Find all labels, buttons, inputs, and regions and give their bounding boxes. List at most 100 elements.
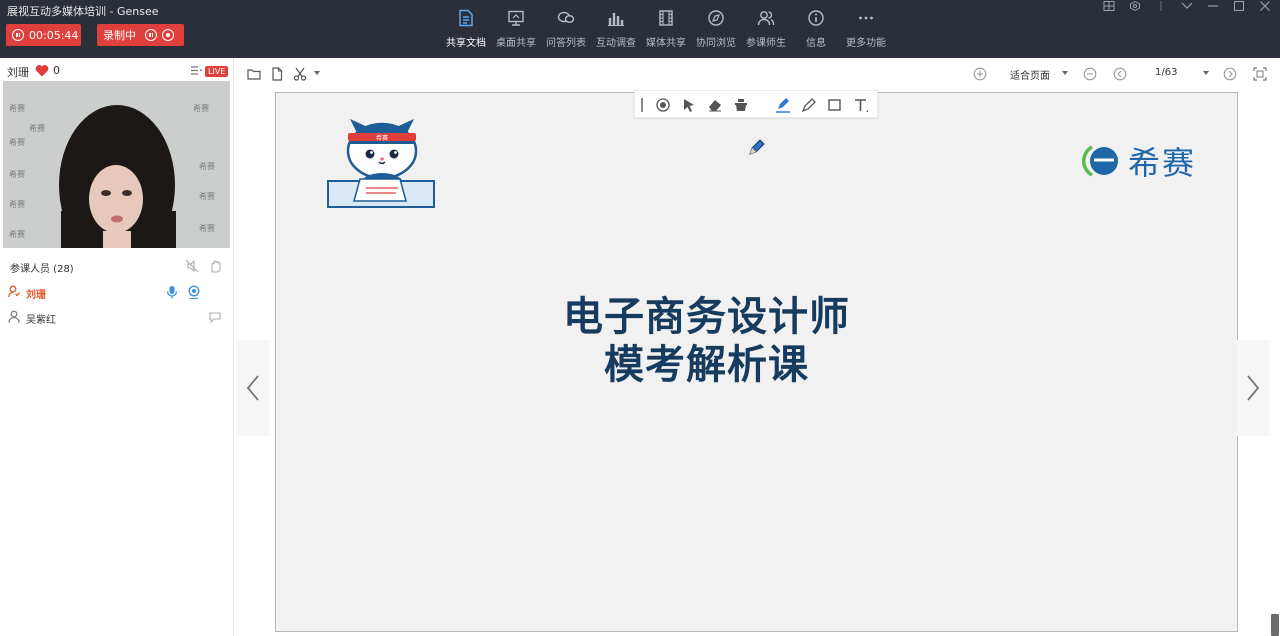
brand-logo: 希赛 xyxy=(1082,141,1197,182)
headband-text: 希赛 xyxy=(376,134,388,142)
nav-label: 媒体共享 xyxy=(646,38,686,49)
host-user-icon xyxy=(8,285,20,298)
minimize-icon[interactable] xyxy=(1206,0,1220,12)
scissors-icon[interactable] xyxy=(293,66,307,81)
watermark: 希赛 xyxy=(9,170,25,179)
nav-label: 问答列表 xyxy=(546,38,586,49)
watermark: 希赛 xyxy=(9,230,25,239)
nav-label: 协同浏览 xyxy=(696,38,736,49)
settings-icon[interactable] xyxy=(1128,0,1142,12)
nav-item-info[interactable]: 信息 xyxy=(791,8,841,50)
separator-icon xyxy=(1154,0,1168,12)
zoom-mode-select[interactable]: 适合页面 xyxy=(1010,67,1050,82)
next-page-icon[interactable] xyxy=(1223,66,1237,81)
nav-item-qa-list[interactable]: 问答列表 xyxy=(541,8,591,50)
attendee-row[interactable]: 吴紫红 xyxy=(0,305,234,329)
chevron-down-icon[interactable] xyxy=(1180,0,1194,12)
heart-icon[interactable] xyxy=(35,64,49,77)
pause-icon xyxy=(12,29,24,41)
video-layout-icon[interactable] xyxy=(191,66,203,75)
nav-label: 互动调查 xyxy=(596,38,636,49)
slide-page[interactable]: 希赛 希赛 电子商务设计师 模考解析课 xyxy=(275,92,1238,632)
recording-badge[interactable]: 录制中 xyxy=(97,24,184,46)
timer-badge[interactable]: 00:05:44 xyxy=(6,24,81,46)
microphone-icon[interactable] xyxy=(165,284,179,299)
hand-raise-icon[interactable] xyxy=(208,258,222,273)
attendee-row[interactable]: 刘珊 xyxy=(0,280,234,304)
participants-icon xyxy=(755,8,777,28)
watermark: 希赛 xyxy=(199,162,215,171)
pen-icon[interactable] xyxy=(801,97,817,113)
mute-all-icon[interactable] xyxy=(185,258,199,273)
attendee-count-title: 参课人员 (28) xyxy=(10,264,74,275)
close-icon[interactable] xyxy=(1258,0,1272,12)
qa-list-icon xyxy=(555,8,577,28)
watermark: 希赛 xyxy=(199,224,215,233)
info-icon xyxy=(805,8,827,28)
watermark: 希赛 xyxy=(9,138,25,147)
select-arrow-icon[interactable] xyxy=(681,97,697,113)
maximize-icon[interactable] xyxy=(1232,0,1246,12)
camera-icon[interactable] xyxy=(187,284,201,300)
recording-stop-icon[interactable] xyxy=(162,29,174,41)
host-name: 刘珊 xyxy=(7,66,29,79)
nav-item-desktop-share[interactable]: 桌面共享 xyxy=(491,8,541,50)
brand-name: 希赛 xyxy=(1128,144,1197,182)
document-viewer: 希赛 希赛 电子商务设计师 模考解析课 xyxy=(235,88,1280,636)
previous-page-icon[interactable] xyxy=(1113,66,1127,81)
chat-icon[interactable] xyxy=(208,309,222,324)
scissors-dropdown-icon[interactable] xyxy=(314,71,320,75)
document-icon xyxy=(455,8,477,28)
pencil-cursor-icon xyxy=(749,139,765,155)
nav-label: 参课师生 xyxy=(746,38,786,49)
folder-open-icon[interactable] xyxy=(247,66,261,80)
chevron-left-icon xyxy=(246,375,259,401)
document-toolbar: 适合页面 1/63 xyxy=(235,58,1280,88)
nav-item-participants[interactable]: 参课师生 xyxy=(741,8,791,50)
rectangle-icon[interactable] xyxy=(827,97,843,113)
nav-item-survey[interactable]: 互动调查 xyxy=(591,8,641,50)
next-slide-button[interactable] xyxy=(1237,340,1269,436)
watermark: 希赛 xyxy=(193,104,209,113)
attendee-header: 参课人员 (28) xyxy=(0,256,234,276)
slide-title: 电子商务设计师 模考解析课 xyxy=(276,293,1137,389)
new-document-icon[interactable] xyxy=(270,66,284,81)
zoom-in-icon[interactable] xyxy=(973,66,987,81)
page-dropdown-icon[interactable] xyxy=(1203,71,1209,75)
watermark: 希赛 xyxy=(9,200,25,209)
like-count: 0 xyxy=(53,64,60,77)
watermark: 希赛 xyxy=(9,104,25,113)
left-panel: 刘珊 0 LIVE 希赛 希赛 希赛 希赛 希赛 希赛 希赛 希赛 希赛 希赛 xyxy=(0,58,234,636)
slide-title-line: 电子商务设计师 xyxy=(563,294,850,340)
more-icon xyxy=(855,8,877,28)
nav-label: 共享文档 xyxy=(446,38,486,49)
nav-item-more[interactable]: 更多功能 xyxy=(841,8,891,50)
nav-item-co-browse[interactable]: 协同浏览 xyxy=(691,8,741,50)
eraser-icon[interactable] xyxy=(707,97,723,113)
main-nav: 共享文档 桌面共享 问答列表 互动调查 媒体共享 协同浏览 参课师生 信息 更多… xyxy=(441,8,891,50)
survey-icon xyxy=(605,8,627,28)
app-title: 展视互动多媒体培训 - Gensee xyxy=(7,5,159,18)
fullscreen-icon[interactable] xyxy=(1253,66,1267,81)
window-controls xyxy=(1102,0,1272,12)
host-video[interactable]: 希赛 希赛 希赛 希赛 希赛 希赛 希赛 希赛 希赛 希赛 xyxy=(3,81,230,248)
live-badge: LIVE xyxy=(205,66,229,77)
zoom-out-icon[interactable] xyxy=(1083,66,1097,81)
laser-pointer-icon[interactable] xyxy=(655,97,671,113)
zoom-mode-dropdown-icon[interactable] xyxy=(1062,71,1068,75)
nav-item-shared-docs[interactable]: 共享文档 xyxy=(441,8,491,50)
recording-pause-icon[interactable] xyxy=(145,29,157,41)
watermark: 希赛 xyxy=(29,124,45,133)
top-bar: 展视互动多媒体培训 - Gensee 00:05:44 录制中 共享文档 桌面共… xyxy=(0,0,1280,58)
annotation-toolbar xyxy=(634,90,878,118)
drag-handle-icon[interactable] xyxy=(639,97,645,113)
scrollbar-thumb[interactable] xyxy=(1271,614,1279,636)
nav-item-media-share[interactable]: 媒体共享 xyxy=(641,8,691,50)
text-tool-icon[interactable] xyxy=(853,97,869,113)
previous-slide-button[interactable] xyxy=(237,340,269,436)
page-indicator[interactable]: 1/63 xyxy=(1155,67,1177,78)
highlighter-icon[interactable] xyxy=(775,97,791,113)
layout-grid-icon[interactable] xyxy=(1102,0,1116,12)
clear-all-icon[interactable] xyxy=(733,97,749,113)
host-info-row: 刘珊 0 LIVE xyxy=(0,58,234,82)
